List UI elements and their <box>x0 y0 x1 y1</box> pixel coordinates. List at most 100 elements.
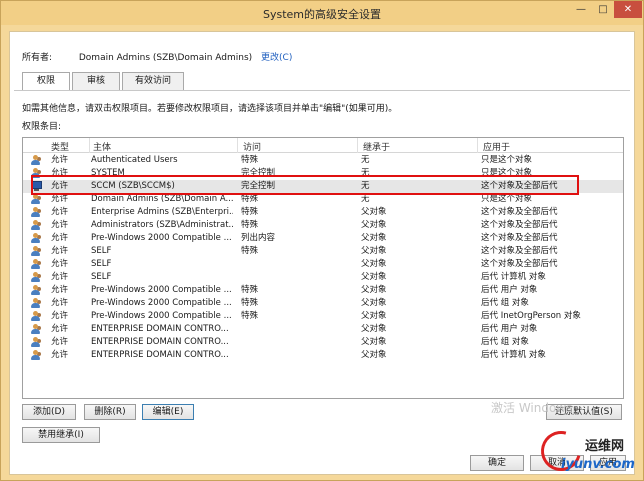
permission-entry-row[interactable]: 允许 ENTERPRISE DOMAIN CONTRO... 父对象 后代 计算机 对… <box>23 349 623 362</box>
entry-access: 特殊 <box>241 298 259 308</box>
permission-entry-row[interactable]: 允许 SYSTEM 完全控制 无 只是这个对象 <box>23 167 623 180</box>
entry-inherited-from: 父对象 <box>361 272 387 282</box>
edit-button[interactable]: 编辑(E) <box>142 404 194 420</box>
permission-entry-row[interactable]: 允许 SCCM (SZB\SCCM$) 完全控制 无 这个对象及全部后代 <box>23 180 623 193</box>
permission-entry-row[interactable]: 允许 Administrators (SZB\Administrat... 特殊 父对… <box>23 219 623 232</box>
entry-applies-to: 后代 组 对象 <box>481 337 529 347</box>
entry-principal: SELF <box>91 272 112 282</box>
entry-applies-to: 后代 InetOrgPerson 对象 <box>481 311 581 321</box>
entry-principal: Pre-Windows 2000 Compatible ... <box>91 233 232 243</box>
entry-applies-to: 只是这个对象 <box>481 155 533 165</box>
entry-type: 允许 <box>51 285 69 295</box>
entry-access: 特殊 <box>241 246 259 256</box>
entry-inherited-from: 父对象 <box>361 350 387 360</box>
entry-access: 特殊 <box>241 311 259 321</box>
remove-button[interactable]: 删除(R) <box>84 404 136 420</box>
users-icon <box>31 167 45 180</box>
permission-entry-row[interactable]: 允许 ENTERPRISE DOMAIN CONTRO... 父对象 后代 用户 对象 <box>23 323 623 336</box>
minimize-button[interactable]: — <box>570 1 592 18</box>
permission-entry-row[interactable]: 允许 ENTERPRISE DOMAIN CONTRO... 父对象 后代 组 对象 <box>23 336 623 349</box>
entry-principal: Pre-Windows 2000 Compatible ... <box>91 285 232 295</box>
close-button[interactable]: ✕ <box>614 1 642 18</box>
entry-applies-to: 这个对象及全部后代 <box>481 220 558 230</box>
column-divider[interactable] <box>237 138 238 153</box>
entry-principal: SCCM (SZB\SCCM$) <box>91 181 175 191</box>
entry-inherited-from: 父对象 <box>361 324 387 334</box>
logo-brand-text: 运维网 <box>585 439 625 454</box>
entry-type: 允许 <box>51 350 69 360</box>
entry-applies-to: 只是这个对象 <box>481 168 533 178</box>
column-divider[interactable] <box>357 138 358 153</box>
entry-access: 特殊 <box>241 207 259 217</box>
permission-entry-row[interactable]: 允许 SELF 特殊 父对象 这个对象及全部后代 <box>23 245 623 258</box>
entry-access: 特殊 <box>241 285 259 295</box>
entry-applies-to: 后代 组 对象 <box>481 298 529 308</box>
entry-principal: ENTERPRISE DOMAIN CONTRO... <box>91 324 229 334</box>
permission-entries-label: 权限条目: <box>22 122 62 132</box>
column-header-applies-to[interactable]: 应用于 <box>483 140 510 153</box>
entry-type: 允许 <box>51 233 69 243</box>
info-text: 如需其他信息，请双击权限项目。若要修改权限项目，请选择该项目并单击"编辑"(如果… <box>22 104 398 114</box>
entry-type: 允许 <box>51 246 69 256</box>
entry-principal: SYSTEM <box>91 168 125 178</box>
users-icon <box>31 349 45 362</box>
permission-entry-row[interactable]: 允许 Pre-Windows 2000 Compatible ... 列出内容 父对象… <box>23 232 623 245</box>
entry-principal: Enterprise Admins (SZB\Enterpri... <box>91 207 233 217</box>
users-icon <box>31 206 45 219</box>
entry-type: 允许 <box>51 298 69 308</box>
entry-principal: ENTERPRISE DOMAIN CONTRO... <box>91 350 229 360</box>
advanced-security-settings-window: System的高级安全设置 — □ ✕ 所有者: Domain Admins (… <box>0 0 644 481</box>
entry-inherited-from: 父对象 <box>361 246 387 256</box>
permission-entry-row[interactable]: 允许 SELF 父对象 后代 计算机 对象 <box>23 271 623 284</box>
entry-inherited-from: 无 <box>361 181 370 191</box>
column-divider[interactable] <box>89 138 90 153</box>
entry-principal: SELF <box>91 259 112 269</box>
column-header-principal[interactable]: 主体 <box>93 140 111 153</box>
entry-inherited-from: 父对象 <box>361 233 387 243</box>
users-icon <box>31 219 45 232</box>
column-header-access[interactable]: 访问 <box>243 140 261 153</box>
users-icon <box>31 323 45 336</box>
entry-applies-to: 只是这个对象 <box>481 194 533 204</box>
disable-inheritance-button[interactable]: 禁用继承(I) <box>22 427 100 443</box>
site-logo: 运维网 iyunv.com <box>533 423 643 479</box>
entry-access: 完全控制 <box>241 168 276 178</box>
entry-inherited-from: 父对象 <box>361 285 387 295</box>
entry-inherited-from: 无 <box>361 155 370 165</box>
permission-entry-row[interactable]: 允许 Enterprise Admins (SZB\Enterpri... 特殊 父对… <box>23 206 623 219</box>
entry-principal: SELF <box>91 246 112 256</box>
entry-applies-to: 后代 计算机 对象 <box>481 350 546 360</box>
permission-entries-list[interactable]: 类型 主体 访问 继承于 应用于 允许 Authenticated Users 特殊… <box>22 137 624 399</box>
permission-entry-row[interactable]: 允许 SELF 父对象 这个对象及全部后代 <box>23 258 623 271</box>
entry-access: 特殊 <box>241 220 259 230</box>
permission-entry-row[interactable]: 允许 Domain Admins (SZB\Domain A... 特殊 无 只是这个对… <box>23 193 623 206</box>
entry-type: 允许 <box>51 194 69 204</box>
permission-entry-row[interactable]: 允许 Authenticated Users 特殊 无 只是这个对象 <box>23 154 623 167</box>
entry-access: 特殊 <box>241 194 259 204</box>
permission-entry-row[interactable]: 允许 Pre-Windows 2000 Compatible ... 特殊 父对象 后代… <box>23 310 623 323</box>
tab-effective-access[interactable]: 有效访问 <box>122 72 184 90</box>
entry-type: 允许 <box>51 220 69 230</box>
entry-type: 允许 <box>51 168 69 178</box>
owner-label: 所有者: <box>22 53 53 63</box>
add-button[interactable]: 添加(D) <box>22 404 76 420</box>
users-icon <box>31 232 45 245</box>
change-owner-link[interactable]: 更改(C) <box>261 50 292 63</box>
column-header-inherited-from[interactable]: 继承于 <box>363 140 390 153</box>
users-icon <box>31 297 45 310</box>
computer-icon <box>31 180 45 193</box>
entry-inherited-from: 无 <box>361 168 370 178</box>
title-bar[interactable]: System的高级安全设置 — □ ✕ <box>1 1 643 25</box>
users-icon <box>31 245 45 258</box>
tab-auditing[interactable]: 审核 <box>72 72 120 90</box>
entry-inherited-from: 父对象 <box>361 207 387 217</box>
permission-entry-row[interactable]: 允许 Pre-Windows 2000 Compatible ... 特殊 父对象 后代… <box>23 284 623 297</box>
ok-button[interactable]: 确定 <box>470 455 524 471</box>
column-divider[interactable] <box>477 138 478 153</box>
tab-permissions[interactable]: 权限 <box>22 72 70 91</box>
maximize-button[interactable]: □ <box>592 1 614 18</box>
permission-entry-row[interactable]: 允许 Pre-Windows 2000 Compatible ... 特殊 父对象 后代… <box>23 297 623 310</box>
users-icon <box>31 258 45 271</box>
entry-applies-to: 这个对象及全部后代 <box>481 233 558 243</box>
column-header-type[interactable]: 类型 <box>51 140 69 153</box>
